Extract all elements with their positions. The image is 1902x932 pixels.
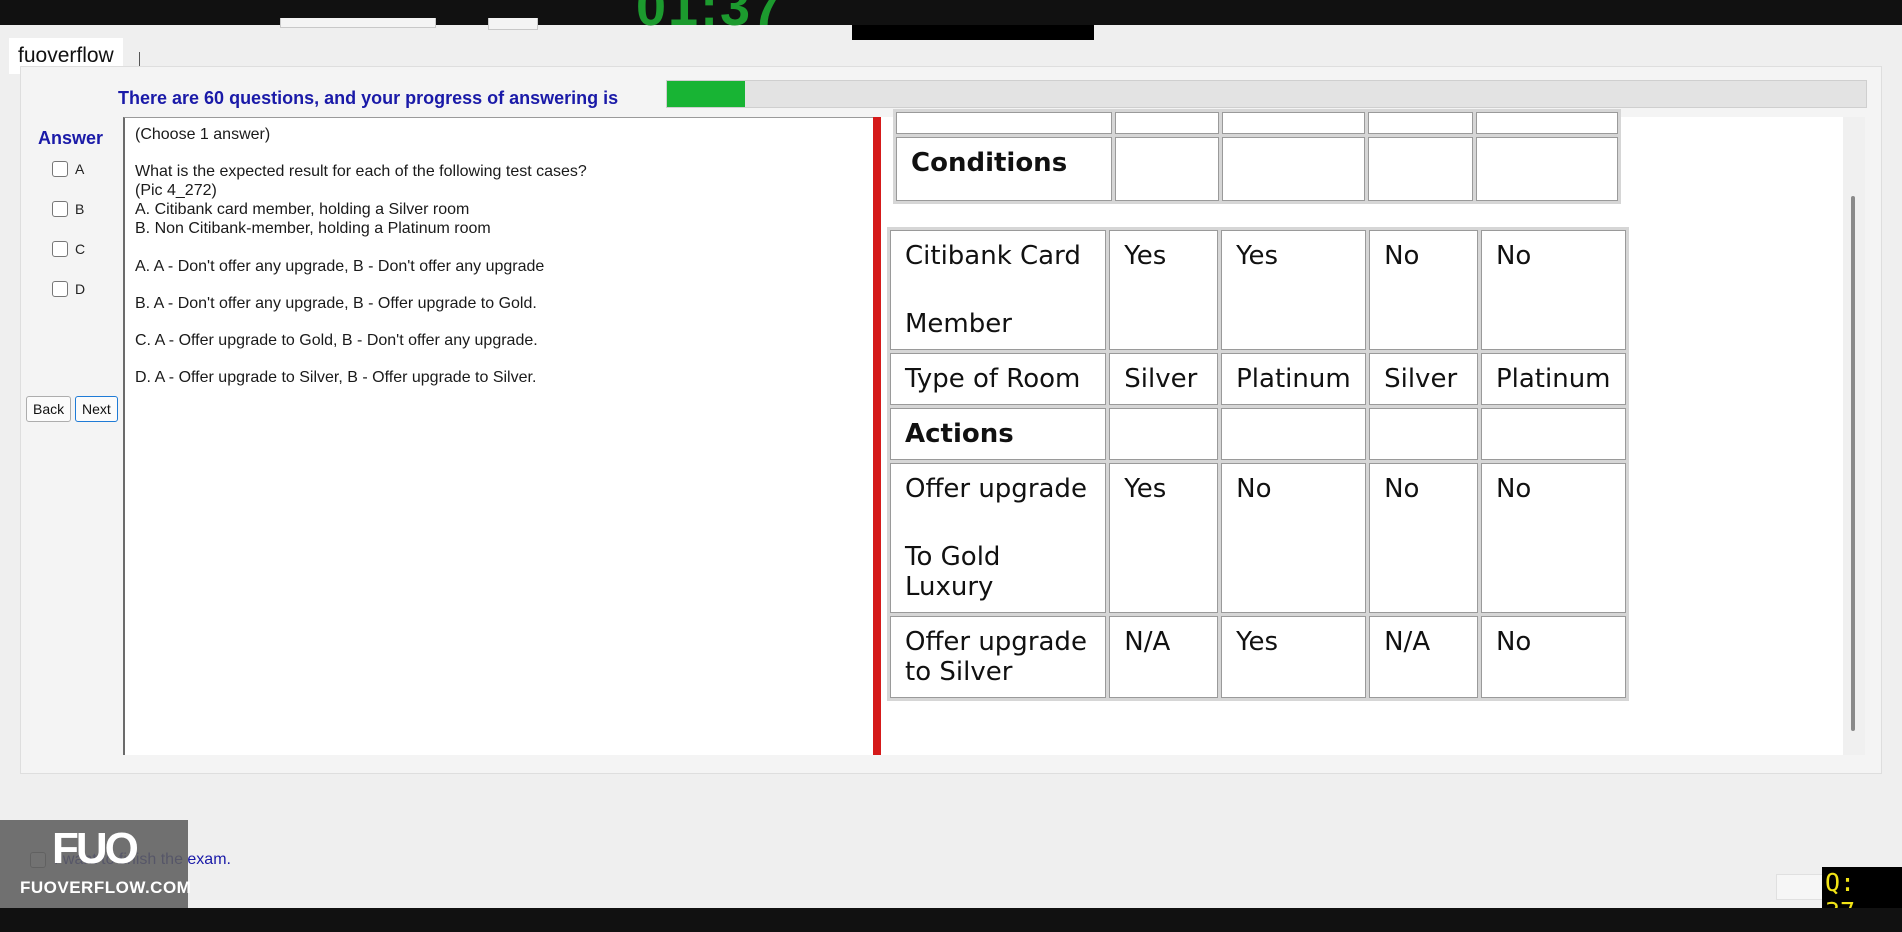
row-value: Yes (1109, 230, 1219, 350)
row-label-line: Offer upgrade (905, 474, 1087, 504)
row-value: No (1480, 230, 1626, 350)
question-choice: D. A - Offer upgrade to Silver, B - Offe… (135, 369, 537, 386)
bottom-bar (0, 908, 1902, 932)
answer-option-label: D (75, 281, 86, 297)
progress-fill (667, 81, 745, 107)
row-value: Yes (1109, 463, 1219, 613)
row-value: No (1369, 230, 1478, 350)
row-value: Yes (1221, 616, 1367, 698)
question-image: Conditions Citibank Card Member Yes Yes No No… (881, 109, 1843, 755)
conditions-label: Conditions (896, 137, 1112, 201)
decision-table-row: Citibank Card Member Yes Yes No No (890, 230, 1626, 350)
question-choice: A. A - Don't offer any upgrade, B - Don'… (135, 258, 545, 275)
answer-option-label: A (75, 161, 85, 177)
decision-table-row: Offer upgrade to Silver N/A Yes N/A No (890, 616, 1626, 698)
row-label: Citibank Card Member (890, 230, 1107, 350)
decision-table-row: Offer upgrade To Gold Luxury Yes No No No (890, 463, 1626, 613)
answer-option-d[interactable]: D (52, 281, 85, 297)
checkbox-a[interactable] (52, 161, 68, 177)
splitter-bar[interactable] (873, 117, 881, 755)
checkbox-b[interactable] (52, 201, 68, 217)
row-label-line: Citibank Card (905, 241, 1081, 271)
answer-option-b[interactable]: B (52, 201, 84, 217)
row-value: Silver (1369, 353, 1478, 405)
question-instruction: (Choose 1 answer) (135, 126, 271, 143)
decision-table-row: Actions (890, 408, 1626, 460)
row-value (1109, 408, 1219, 460)
answer-option-a[interactable]: A (52, 161, 84, 177)
top-small-control[interactable] (488, 18, 538, 30)
watermark-big: FUO (52, 824, 139, 873)
row-label: Offer upgrade to Silver (890, 616, 1107, 698)
row-value: N/A (1109, 616, 1219, 698)
row-value (1480, 408, 1626, 460)
answer-title: Answer (38, 128, 104, 148)
row-label-line: Type of Room (905, 364, 1081, 394)
question-line: A. Citibank card member, holding a Silve… (135, 201, 470, 218)
row-label: Actions (890, 408, 1107, 460)
decision-table-row: Type of Room Silver Platinum Silver Platinum (890, 353, 1626, 405)
row-label-line: Member (905, 309, 1012, 339)
row-value: Yes (1221, 230, 1367, 350)
progress-label: There are 60 questions, and your progres… (118, 88, 619, 108)
scrollbar-thumb[interactable] (1851, 196, 1855, 731)
question-line: What is the expected result for each of … (135, 163, 587, 180)
question-choice: B. A - Don't offer any upgrade, B - Offe… (135, 295, 537, 312)
question-line: B. Non Citibank-member, holding a Platin… (135, 220, 491, 237)
row-value: No (1480, 616, 1626, 698)
row-value: Platinum (1221, 353, 1367, 405)
decision-table: Citibank Card Member Yes Yes No No Type of Roo… (887, 227, 1629, 701)
row-value: N/A (1369, 616, 1478, 698)
row-label-line: to Silver (905, 657, 1013, 687)
watermark-small: FUOVERFLOW.COM (20, 878, 192, 897)
row-value: No (1369, 463, 1478, 613)
row-value: No (1480, 463, 1626, 613)
watermark-logo: FUO FUOVERFLOW.COM (0, 820, 192, 908)
row-value: Silver (1109, 353, 1219, 405)
question-choice: C. A - Offer upgrade to Gold, B - Don't … (135, 332, 538, 349)
exam-timer: 01:37 (636, 0, 785, 37)
checkbox-d[interactable] (52, 281, 68, 297)
answer-option-c[interactable]: C (52, 241, 85, 257)
checkbox-c[interactable] (52, 241, 68, 257)
progress-bar (666, 80, 1867, 108)
conditions-table: Conditions (893, 109, 1621, 204)
row-label-line: Offer upgrade (905, 627, 1087, 657)
row-label: Offer upgrade To Gold Luxury (890, 463, 1107, 613)
top-bar: 01:37 (0, 0, 1902, 40)
row-value: Platinum (1480, 353, 1626, 405)
back-button[interactable]: Back (26, 396, 72, 422)
question-panel: (Choose 1 answer) What is the expected r… (123, 117, 875, 755)
top-dropdown[interactable] (280, 18, 436, 28)
answer-option-label: C (75, 241, 86, 257)
next-button[interactable]: Next (75, 396, 118, 422)
row-label: Type of Room (890, 353, 1107, 405)
row-label-line: Actions (905, 419, 1014, 449)
top-black-box (852, 25, 1094, 40)
row-value: No (1221, 463, 1367, 613)
row-value (1369, 408, 1478, 460)
answer-option-label: B (75, 201, 85, 217)
row-label-line: To Gold Luxury (905, 542, 1001, 602)
row-value (1221, 408, 1367, 460)
small-field (1776, 874, 1828, 900)
question-line: (Pic 4_272) (135, 182, 217, 199)
